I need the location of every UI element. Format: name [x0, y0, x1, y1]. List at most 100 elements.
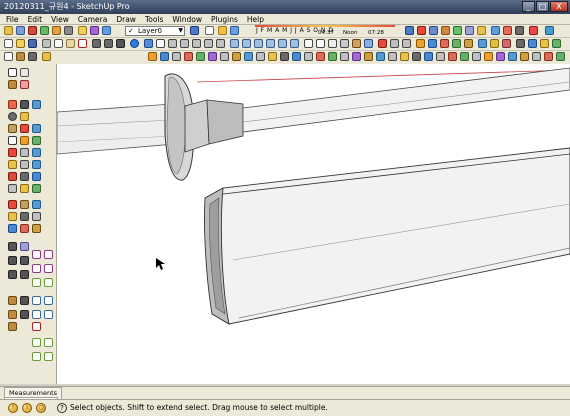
- pan-side-icon[interactable]: [32, 172, 41, 181]
- solid-split-icon[interactable]: [464, 39, 473, 48]
- tape-measure-icon[interactable]: [20, 148, 29, 157]
- plugin-hh-icon[interactable]: [544, 52, 553, 61]
- plugin-tool-1-icon[interactable]: [491, 26, 500, 35]
- right-view-icon[interactable]: [266, 39, 275, 48]
- menu-window[interactable]: Window: [172, 15, 202, 24]
- curve-tool-7-icon[interactable]: [32, 296, 41, 305]
- 3d-text-icon[interactable]: [8, 172, 17, 181]
- plugin-side-8-icon[interactable]: [20, 256, 29, 265]
- plugin-bb-icon[interactable]: [472, 52, 481, 61]
- plugin-k-icon[interactable]: [268, 52, 277, 61]
- plugin-side-11-icon[interactable]: [8, 296, 17, 305]
- plugin-t-icon[interactable]: [376, 52, 385, 61]
- help-icon[interactable]: ?: [57, 403, 67, 413]
- plugin-n-icon[interactable]: [304, 52, 313, 61]
- stamp-icon[interactable]: [441, 26, 450, 35]
- curve-tool-1-icon[interactable]: [32, 250, 41, 259]
- shadow-settings-icon[interactable]: [205, 26, 214, 35]
- plugin-i-icon[interactable]: [244, 52, 253, 61]
- plugin-x-icon[interactable]: [424, 52, 433, 61]
- solid-subtract-icon[interactable]: [440, 39, 449, 48]
- curve-tool-4-icon[interactable]: [44, 264, 53, 273]
- dimension-icon[interactable]: [8, 160, 17, 169]
- plugin-u-icon[interactable]: [388, 52, 397, 61]
- undo-icon[interactable]: [92, 39, 101, 48]
- cut-icon[interactable]: [42, 39, 51, 48]
- plugin-side-2-icon[interactable]: [8, 224, 17, 233]
- protractor-icon[interactable]: [32, 148, 41, 157]
- plugin-q-icon[interactable]: [340, 52, 349, 61]
- plugin-b-icon[interactable]: [160, 52, 169, 61]
- plugin-o-icon[interactable]: [316, 52, 325, 61]
- geo-location-icon[interactable]: !: [8, 403, 18, 413]
- scale-icon[interactable]: [8, 148, 17, 157]
- solid-intersect-icon[interactable]: [428, 39, 437, 48]
- model-info-icon[interactable]: [130, 39, 139, 48]
- plugin-m-icon[interactable]: [292, 52, 301, 61]
- solid-union-icon[interactable]: [416, 39, 425, 48]
- shadow-timeline[interactable]: J F M A M J J A S O N D 04:37 Noon 07:28: [243, 25, 395, 37]
- credits-icon[interactable]: i: [22, 403, 32, 413]
- plugin-tool-3-icon[interactable]: [515, 26, 524, 35]
- menu-view[interactable]: View: [51, 15, 69, 24]
- plugin-ff-icon[interactable]: [520, 52, 529, 61]
- line-tool-icon[interactable]: [20, 100, 29, 109]
- circle-tool-icon[interactable]: [8, 112, 17, 121]
- maximize-button[interactable]: □: [536, 1, 549, 12]
- materials-icon[interactable]: [102, 26, 111, 35]
- plugin-aa-icon[interactable]: [460, 52, 469, 61]
- iso-view-icon[interactable]: [230, 39, 239, 48]
- rectangle-tool-icon[interactable]: [8, 100, 17, 109]
- sandbox-from-scratch-icon[interactable]: [417, 26, 426, 35]
- plugin-side-9-icon[interactable]: [8, 270, 17, 279]
- plugin-tool-7-icon[interactable]: [528, 39, 537, 48]
- axes-tool-icon[interactable]: [32, 160, 41, 169]
- share-model-icon[interactable]: [16, 26, 25, 35]
- front-view-icon[interactable]: [254, 39, 263, 48]
- plugin-dd-icon[interactable]: [496, 52, 505, 61]
- curve-tool-5-icon[interactable]: [32, 278, 41, 287]
- plugin-side-12-icon[interactable]: [20, 296, 29, 305]
- smoove-icon[interactable]: [429, 26, 438, 35]
- top-view-icon[interactable]: [242, 39, 251, 48]
- offset-icon[interactable]: [20, 136, 29, 145]
- shaded-textures-icon[interactable]: [352, 39, 361, 48]
- plugin-z-icon[interactable]: [448, 52, 457, 61]
- plugin-ee-icon[interactable]: [508, 52, 517, 61]
- curve-tool-6-icon[interactable]: [44, 278, 53, 287]
- plugin-gg-icon[interactable]: [532, 52, 541, 61]
- curve-tool-9-icon[interactable]: [32, 310, 41, 319]
- menu-camera[interactable]: Camera: [78, 15, 107, 24]
- zoom-extents-side-icon[interactable]: [32, 184, 41, 193]
- zoom-window-side-icon[interactable]: [20, 184, 29, 193]
- google-earth-icon[interactable]: [40, 26, 49, 35]
- plugin-side-15-icon[interactable]: [8, 322, 17, 331]
- curve-tool-3-icon[interactable]: [32, 264, 41, 273]
- menu-help[interactable]: Help: [247, 15, 264, 24]
- display-shadows-icon[interactable]: [218, 26, 227, 35]
- plugin-h-icon[interactable]: [232, 52, 241, 61]
- plugin-side-1-icon[interactable]: [32, 212, 41, 221]
- paint-bucket-icon[interactable]: [8, 80, 17, 89]
- toggle-terrain-icon[interactable]: [52, 26, 61, 35]
- walk-icon[interactable]: [478, 39, 487, 48]
- menu-tools[interactable]: Tools: [145, 15, 163, 24]
- next-view-icon[interactable]: [204, 39, 213, 48]
- position-camera-icon[interactable]: [502, 39, 511, 48]
- plugin-d-icon[interactable]: [184, 52, 193, 61]
- plugin-side-14-icon[interactable]: [20, 310, 29, 319]
- layer-select[interactable]: ✓ Layer0 ▼: [125, 26, 185, 36]
- arc-tool-icon[interactable]: [20, 112, 29, 121]
- curve-tool-14-icon[interactable]: [32, 352, 41, 361]
- look-side-icon[interactable]: [20, 200, 29, 209]
- zoom-icon[interactable]: [168, 39, 177, 48]
- plugin-side-6-icon[interactable]: [20, 242, 29, 251]
- display-section-planes-icon[interactable]: [390, 39, 399, 48]
- follow-me-icon[interactable]: [8, 136, 17, 145]
- hand-small-icon[interactable]: [42, 52, 51, 61]
- get-models-icon[interactable]: [4, 26, 13, 35]
- move-tool-icon[interactable]: [32, 100, 41, 109]
- styles-icon[interactable]: [90, 26, 99, 35]
- push-pull-icon[interactable]: [32, 124, 41, 133]
- layer-manager-icon[interactable]: [190, 26, 199, 35]
